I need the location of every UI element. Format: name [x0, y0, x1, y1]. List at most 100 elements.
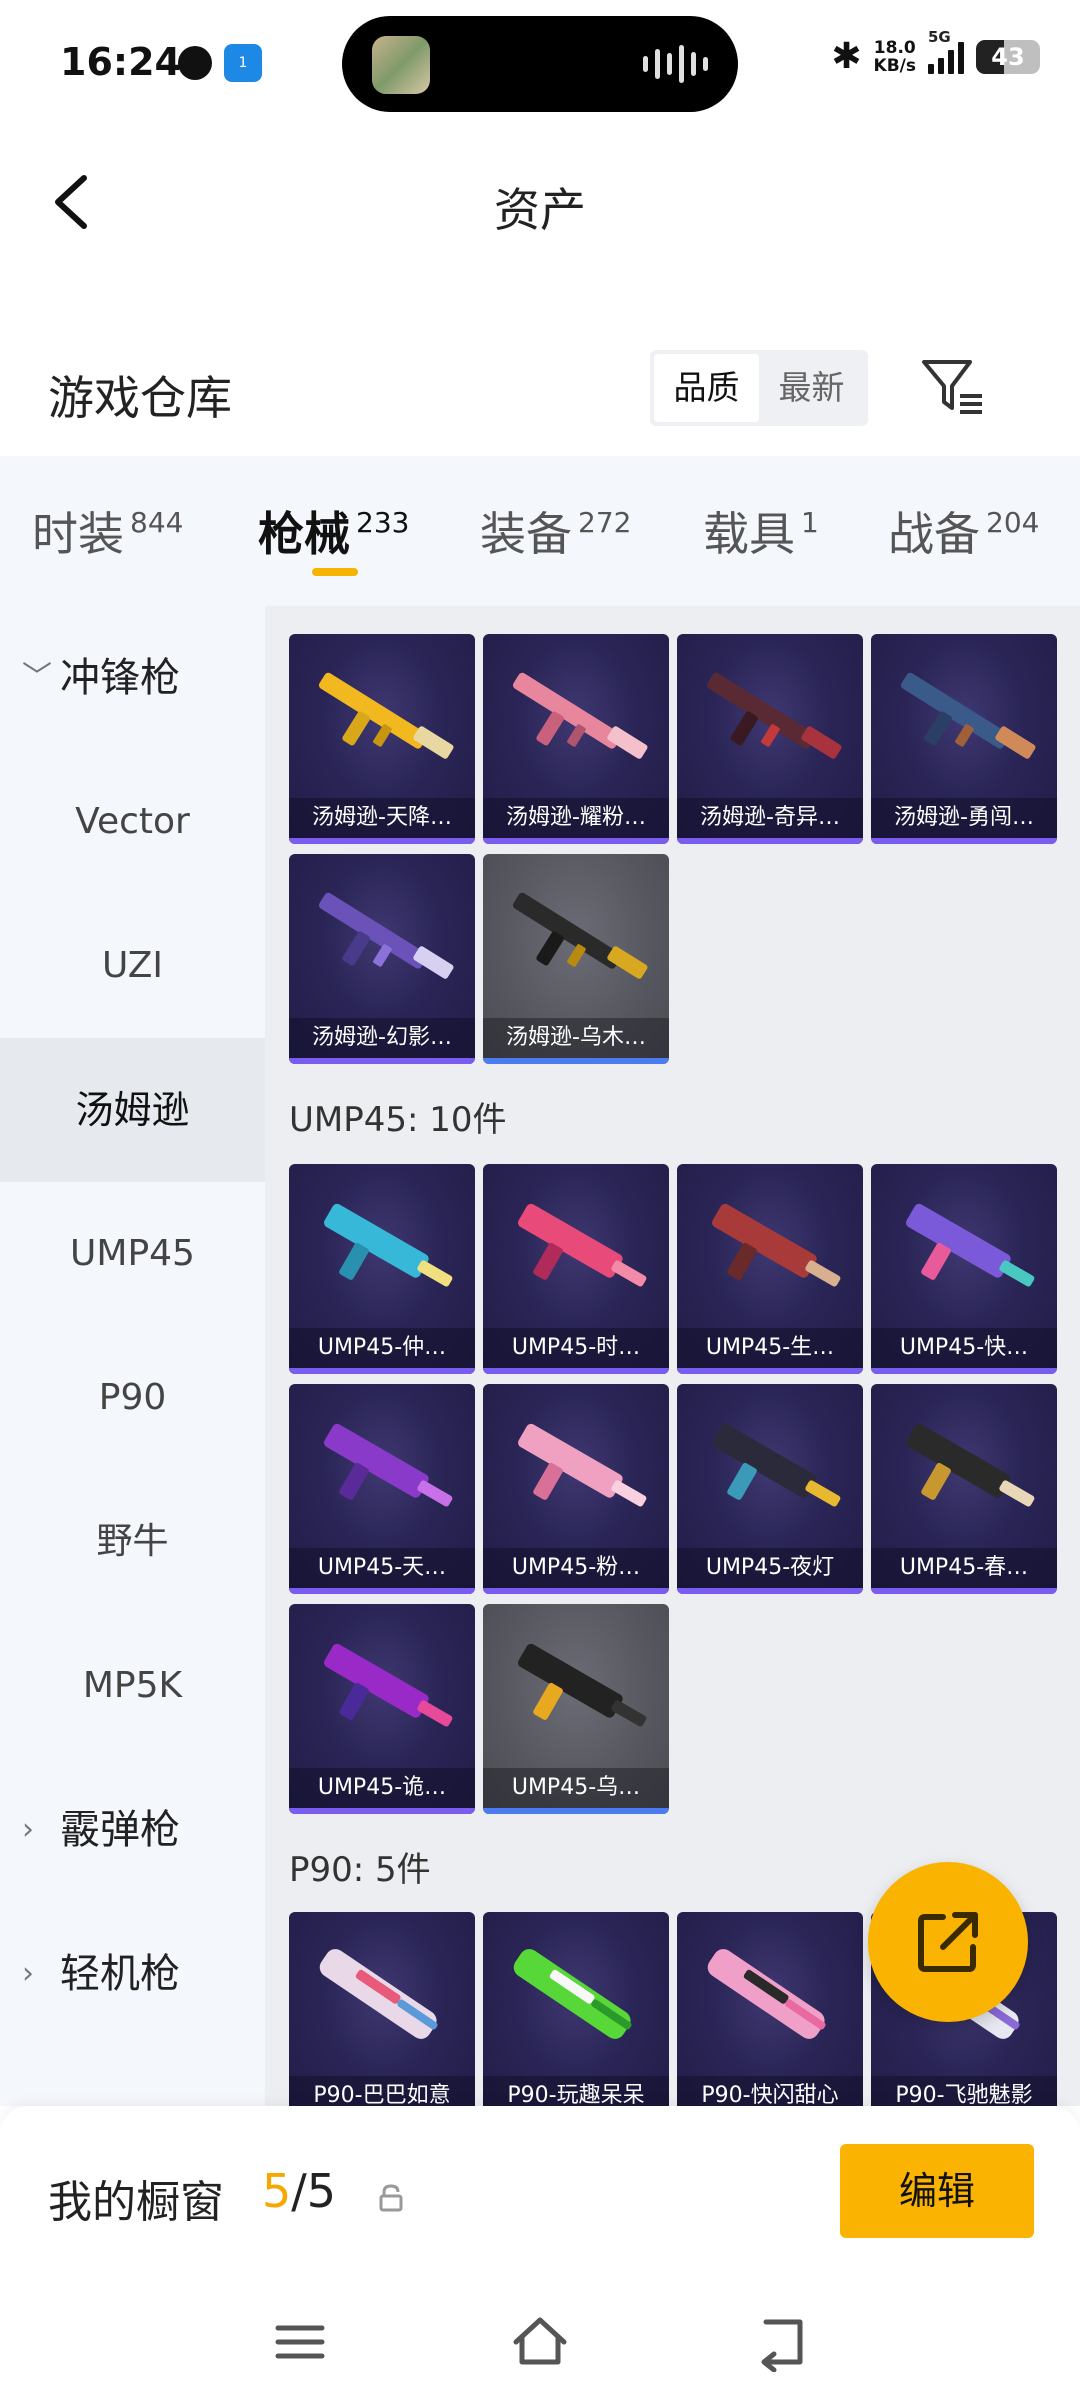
weapon-image	[318, 672, 454, 759]
sidebar-item-mp5k[interactable]: MP5K	[0, 1614, 265, 1758]
album-art-icon	[372, 36, 430, 94]
weapon-image	[900, 672, 1036, 759]
weapon-card[interactable]: 汤姆逊-奇异…	[677, 634, 863, 844]
chevron-right-icon: ›	[22, 1812, 34, 1847]
weapon-card[interactable]: UMP45-诡…	[289, 1604, 475, 1814]
showcase-count: 5/5	[262, 2164, 337, 2218]
home-icon[interactable]	[510, 2312, 570, 2372]
warehouse-header: 游戏仓库 品质 最新	[0, 340, 1080, 460]
weapon-card[interactable]: P90-巴巴如意	[289, 1912, 475, 2106]
weapon-card[interactable]: 汤姆逊-天降…	[289, 634, 475, 844]
weapon-name: 汤姆逊-耀粉…	[483, 798, 669, 838]
signal-icon: 5G	[928, 28, 964, 74]
weapon-name: UMP45-时…	[483, 1328, 669, 1368]
weapon-card[interactable]: 汤姆逊-勇闯…	[871, 634, 1057, 844]
weapon-image	[712, 1203, 841, 1287]
weapon-image	[324, 1423, 453, 1507]
status-bar: 16:24 1 ✱ 18.0 KB/s 5G 43	[0, 0, 1080, 130]
weapon-card[interactable]: UMP45-乌…	[483, 1604, 669, 1814]
weapon-name: 汤姆逊-乌木…	[483, 1018, 669, 1058]
weapon-card[interactable]: 汤姆逊-耀粉…	[483, 634, 669, 844]
weapon-name: 汤姆逊-天降…	[289, 798, 475, 838]
sidebar-item-bizon[interactable]: 野牛	[0, 1470, 265, 1614]
weapon-card[interactable]: UMP45-仲…	[289, 1164, 475, 1374]
weapon-name: UMP45-天…	[289, 1548, 475, 1588]
sort-quality-button[interactable]: 品质	[654, 354, 759, 422]
weapon-image	[906, 1203, 1035, 1287]
weapon-image	[518, 1203, 647, 1287]
weapon-image	[513, 1949, 632, 2039]
weapon-card[interactable]: P90-玩趣呆呆	[483, 1912, 669, 2106]
sidebar-group-lmg[interactable]: › 轻机枪	[0, 1902, 265, 2046]
sidebar-item-vector[interactable]: Vector	[0, 750, 265, 894]
filter-icon[interactable]	[920, 356, 986, 416]
showcase-title: 我的橱窗	[48, 2177, 224, 2228]
net-speed: 18.0 KB/s	[873, 37, 916, 76]
tab-firearms[interactable]: 枪械 233	[258, 498, 409, 564]
sort-latest-button[interactable]: 最新	[759, 354, 864, 422]
weapon-card[interactable]: UMP45-天…	[289, 1384, 475, 1594]
sidebar-group-shotgun[interactable]: › 霰弹枪	[0, 1758, 265, 1902]
category-tabs: 时装 844 枪械 233 装备 272 载具 1 战备 204	[0, 456, 1080, 606]
sort-toggle: 品质 最新	[650, 350, 868, 426]
weapon-image	[512, 892, 648, 979]
app-notification-icon: 1	[224, 44, 262, 82]
weapon-name: UMP45-夜灯	[677, 1548, 863, 1588]
weapon-name: 汤姆逊-勇闯…	[871, 798, 1057, 838]
system-nav-bar	[0, 2286, 1080, 2400]
weapon-image	[512, 672, 648, 759]
edit-button[interactable]: 编辑	[840, 2144, 1034, 2238]
sidebar-item-p90[interactable]: P90	[0, 1326, 265, 1470]
weapon-name: UMP45-春…	[871, 1548, 1057, 1588]
page-title: 资产	[494, 183, 586, 237]
weapon-card[interactable]: UMP45-生…	[677, 1164, 863, 1374]
weapon-name: P90-玩趣呆呆	[483, 2076, 669, 2106]
sidebar-item-uzi[interactable]: UZI	[0, 894, 265, 1038]
tab-fashion[interactable]: 时装 844	[32, 498, 183, 564]
weapon-name: 汤姆逊-奇异…	[677, 798, 863, 838]
weapon-image	[318, 892, 454, 979]
tab-vehicles[interactable]: 载具 1	[703, 498, 819, 564]
weapon-name: 汤姆逊-幻影…	[289, 1018, 475, 1058]
tab-equipment[interactable]: 装备 272	[480, 498, 631, 564]
weapon-card[interactable]: UMP45-快…	[871, 1164, 1057, 1374]
weapon-name: UMP45-粉…	[483, 1548, 669, 1588]
weapon-image	[518, 1423, 647, 1507]
share-fab-button[interactable]	[868, 1862, 1028, 2022]
bluetooth-icon: ✱	[831, 36, 862, 77]
weapon-image	[324, 1643, 453, 1727]
weapon-card[interactable]: 汤姆逊-幻影…	[289, 854, 475, 1064]
status-time: 16:24	[60, 40, 181, 84]
share-icon	[918, 1912, 978, 1972]
weapon-card[interactable]: UMP45-时…	[483, 1164, 669, 1374]
weapon-name: P90-巴巴如意	[289, 2076, 475, 2106]
weapon-card[interactable]: UMP45-夜灯	[677, 1384, 863, 1594]
showcase-bar: 我的橱窗 5/5 编辑	[0, 2106, 1080, 2286]
sidebar-group-smg[interactable]: ﹀ 冲锋枪	[0, 606, 265, 750]
lock-icon	[379, 2184, 403, 2212]
weapon-image	[706, 672, 842, 759]
warehouse-title: 游戏仓库	[48, 371, 232, 425]
app-header: 资产	[0, 140, 1080, 260]
tab-supplies[interactable]: 战备 204	[888, 498, 1039, 564]
weapon-card[interactable]: UMP45-春…	[871, 1384, 1057, 1594]
sidebar-item-ump45[interactable]: UMP45	[0, 1182, 265, 1326]
weapon-card[interactable]: 汤姆逊-乌木…	[483, 854, 669, 1064]
weapon-name: UMP45-生…	[677, 1328, 863, 1368]
section-title-p90: P90: 5件	[289, 1850, 431, 1890]
weapon-card[interactable]: UMP45-粉…	[483, 1384, 669, 1594]
weapon-card[interactable]: P90-快闪甜心	[677, 1912, 863, 2106]
weapon-name: UMP45-仲…	[289, 1328, 475, 1368]
weapon-name: P90-飞驰魅影	[871, 2076, 1057, 2106]
back-nav-icon[interactable]	[752, 2312, 812, 2372]
sidebar-item-thompson[interactable]: 汤姆逊	[0, 1038, 265, 1182]
menu-icon[interactable]	[270, 2312, 330, 2372]
section-title-ump45: UMP45: 10件	[289, 1100, 507, 1140]
weapon-type-sidebar: ﹀ 冲锋枪 Vector UZI 汤姆逊 UMP45 P90 野牛 MP5K ›…	[0, 606, 265, 2106]
active-tab-indicator	[312, 568, 358, 576]
weapon-name: P90-快闪甜心	[677, 2076, 863, 2106]
dynamic-island[interactable]	[342, 16, 738, 112]
weapon-image	[712, 1423, 841, 1507]
weapon-name: UMP45-快…	[871, 1328, 1057, 1368]
audio-wave-icon	[643, 44, 708, 84]
